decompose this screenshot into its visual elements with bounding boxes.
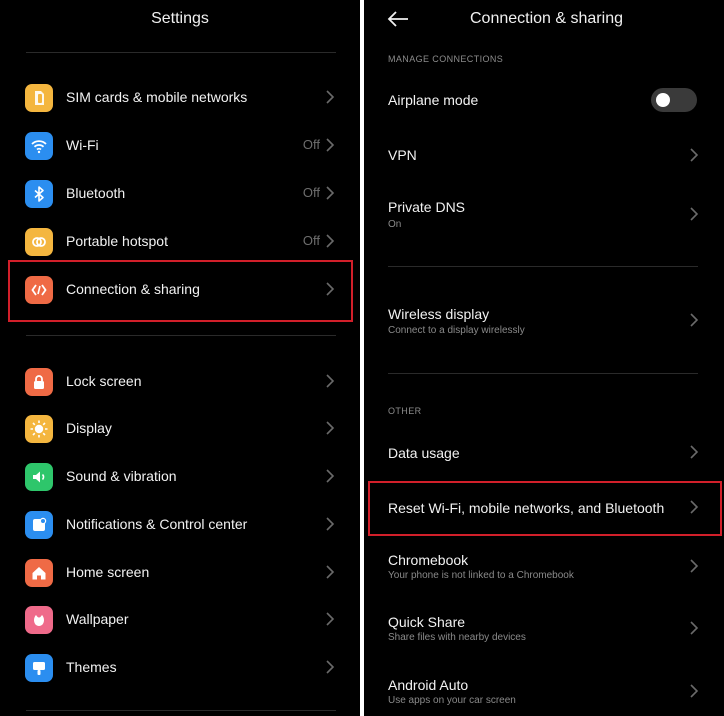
settings-item-hotspot[interactable]: Portable hotspot Off (0, 219, 360, 265)
chevron-right-icon (690, 684, 699, 698)
item-label: Sound & vibration (66, 468, 177, 484)
data-usage-label: Data usage (388, 445, 460, 461)
chevron-right-icon (326, 90, 335, 104)
private-dns-status: On (388, 219, 402, 230)
wireless-display-label: Wireless display (388, 306, 490, 322)
chevron-right-icon (690, 621, 699, 635)
settings-item-lock-screen[interactable]: Lock screen (0, 359, 360, 405)
android-auto-desc: Use apps on your car screen (388, 695, 516, 706)
quick-share-desc: Share files with nearby devices (388, 632, 526, 643)
settings-item-home-screen[interactable]: Home screen (0, 550, 360, 596)
settings-item-display[interactable]: Display (0, 406, 360, 452)
vpn-label: VPN (388, 147, 417, 163)
data-usage-row[interactable]: Data usage (364, 432, 724, 474)
hotspot-icon (25, 228, 53, 256)
item-label: Bluetooth (66, 185, 126, 201)
chevron-right-icon (326, 421, 335, 435)
status-value: Off (302, 233, 320, 248)
item-label: Home screen (66, 564, 150, 580)
chevron-right-icon (326, 374, 335, 388)
settings-item-sound[interactable]: Sound & vibration (0, 454, 360, 500)
settings-item-bluetooth[interactable]: Bluetooth Off (0, 171, 360, 217)
chromebook-label: Chromebook (388, 552, 469, 568)
speaker-icon (25, 463, 53, 491)
item-label: Themes (66, 659, 117, 675)
settings-item-themes[interactable]: Themes (0, 645, 360, 691)
themes-icon (25, 654, 53, 682)
wallpaper-icon (25, 606, 53, 634)
highlight-box (8, 260, 353, 322)
quick-share-label: Quick Share (388, 614, 466, 630)
divider (388, 373, 698, 374)
item-label: SIM cards & mobile networks (66, 89, 248, 105)
airplane-mode-label: Airplane mode (388, 92, 479, 108)
connection-sharing-panel: Connection & sharing MANAGE CONNECTIONS … (364, 0, 724, 716)
settings-item-sim-cards[interactable]: SIM cards & mobile networks (0, 75, 360, 121)
wireless-display-row[interactable]: Wireless display Connect to a display wi… (364, 296, 724, 346)
item-label: Wallpaper (66, 611, 129, 627)
divider (26, 710, 336, 711)
settings-item-notifications[interactable]: Notifications & Control center (0, 502, 360, 548)
android-auto-row[interactable]: Android Auto Use apps on your car screen (364, 669, 724, 716)
quick-share-row[interactable]: Quick Share Share files with nearby devi… (364, 607, 724, 655)
android-auto-label: Android Auto (388, 677, 469, 693)
chevron-right-icon (690, 559, 699, 573)
chromebook-row[interactable]: Chromebook Your phone is not linked to a… (364, 545, 724, 593)
home-icon (25, 559, 53, 587)
settings-panel: Settings SIM cards & mobile networks Wi-… (0, 0, 360, 716)
page-title: Connection & sharing (470, 10, 623, 27)
notification-icon (25, 511, 53, 539)
chevron-right-icon (690, 148, 699, 162)
highlight-box (368, 481, 722, 536)
chevron-right-icon (690, 445, 699, 459)
status-value: Off (302, 137, 320, 152)
back-arrow-icon[interactable] (386, 9, 410, 29)
chevron-right-icon (326, 660, 335, 674)
chevron-right-icon (326, 234, 335, 248)
settings-item-wifi[interactable]: Wi-Fi Off (0, 123, 360, 169)
section-header-manage: MANAGE CONNECTIONS (388, 54, 504, 64)
chromebook-desc: Your phone is not linked to a Chromebook (388, 570, 574, 581)
item-label: Lock screen (66, 373, 142, 389)
sun-icon (25, 415, 53, 443)
settings-item-wallpaper[interactable]: Wallpaper (0, 597, 360, 643)
chevron-right-icon (326, 517, 335, 531)
lock-icon (25, 368, 53, 396)
page-title: Settings (151, 10, 209, 27)
bluetooth-icon (25, 180, 53, 208)
chevron-right-icon (690, 313, 699, 327)
airplane-mode-toggle[interactable] (651, 88, 697, 112)
chevron-right-icon (326, 612, 335, 626)
sim-card-icon (25, 84, 53, 112)
item-label: Wi-Fi (66, 137, 99, 153)
wifi-icon (25, 132, 53, 160)
divider (26, 52, 336, 53)
toggle-knob (656, 93, 670, 107)
divider (388, 266, 698, 267)
item-label: Notifications & Control center (66, 516, 248, 532)
chevron-right-icon (326, 469, 335, 483)
chevron-right-icon (690, 207, 699, 221)
divider (26, 335, 336, 336)
item-label: Portable hotspot (66, 233, 168, 249)
private-dns-label: Private DNS (388, 199, 466, 215)
private-dns-row[interactable]: Private DNS On (364, 190, 724, 240)
chevron-right-icon (326, 186, 335, 200)
wireless-display-desc: Connect to a display wirelessly (388, 325, 525, 336)
section-header-other: OTHER (388, 406, 422, 416)
item-label: Display (66, 420, 112, 436)
vpn-row[interactable]: VPN (364, 134, 724, 178)
chevron-right-icon (326, 565, 335, 579)
chevron-right-icon (326, 138, 335, 152)
status-value: Off (302, 185, 320, 200)
